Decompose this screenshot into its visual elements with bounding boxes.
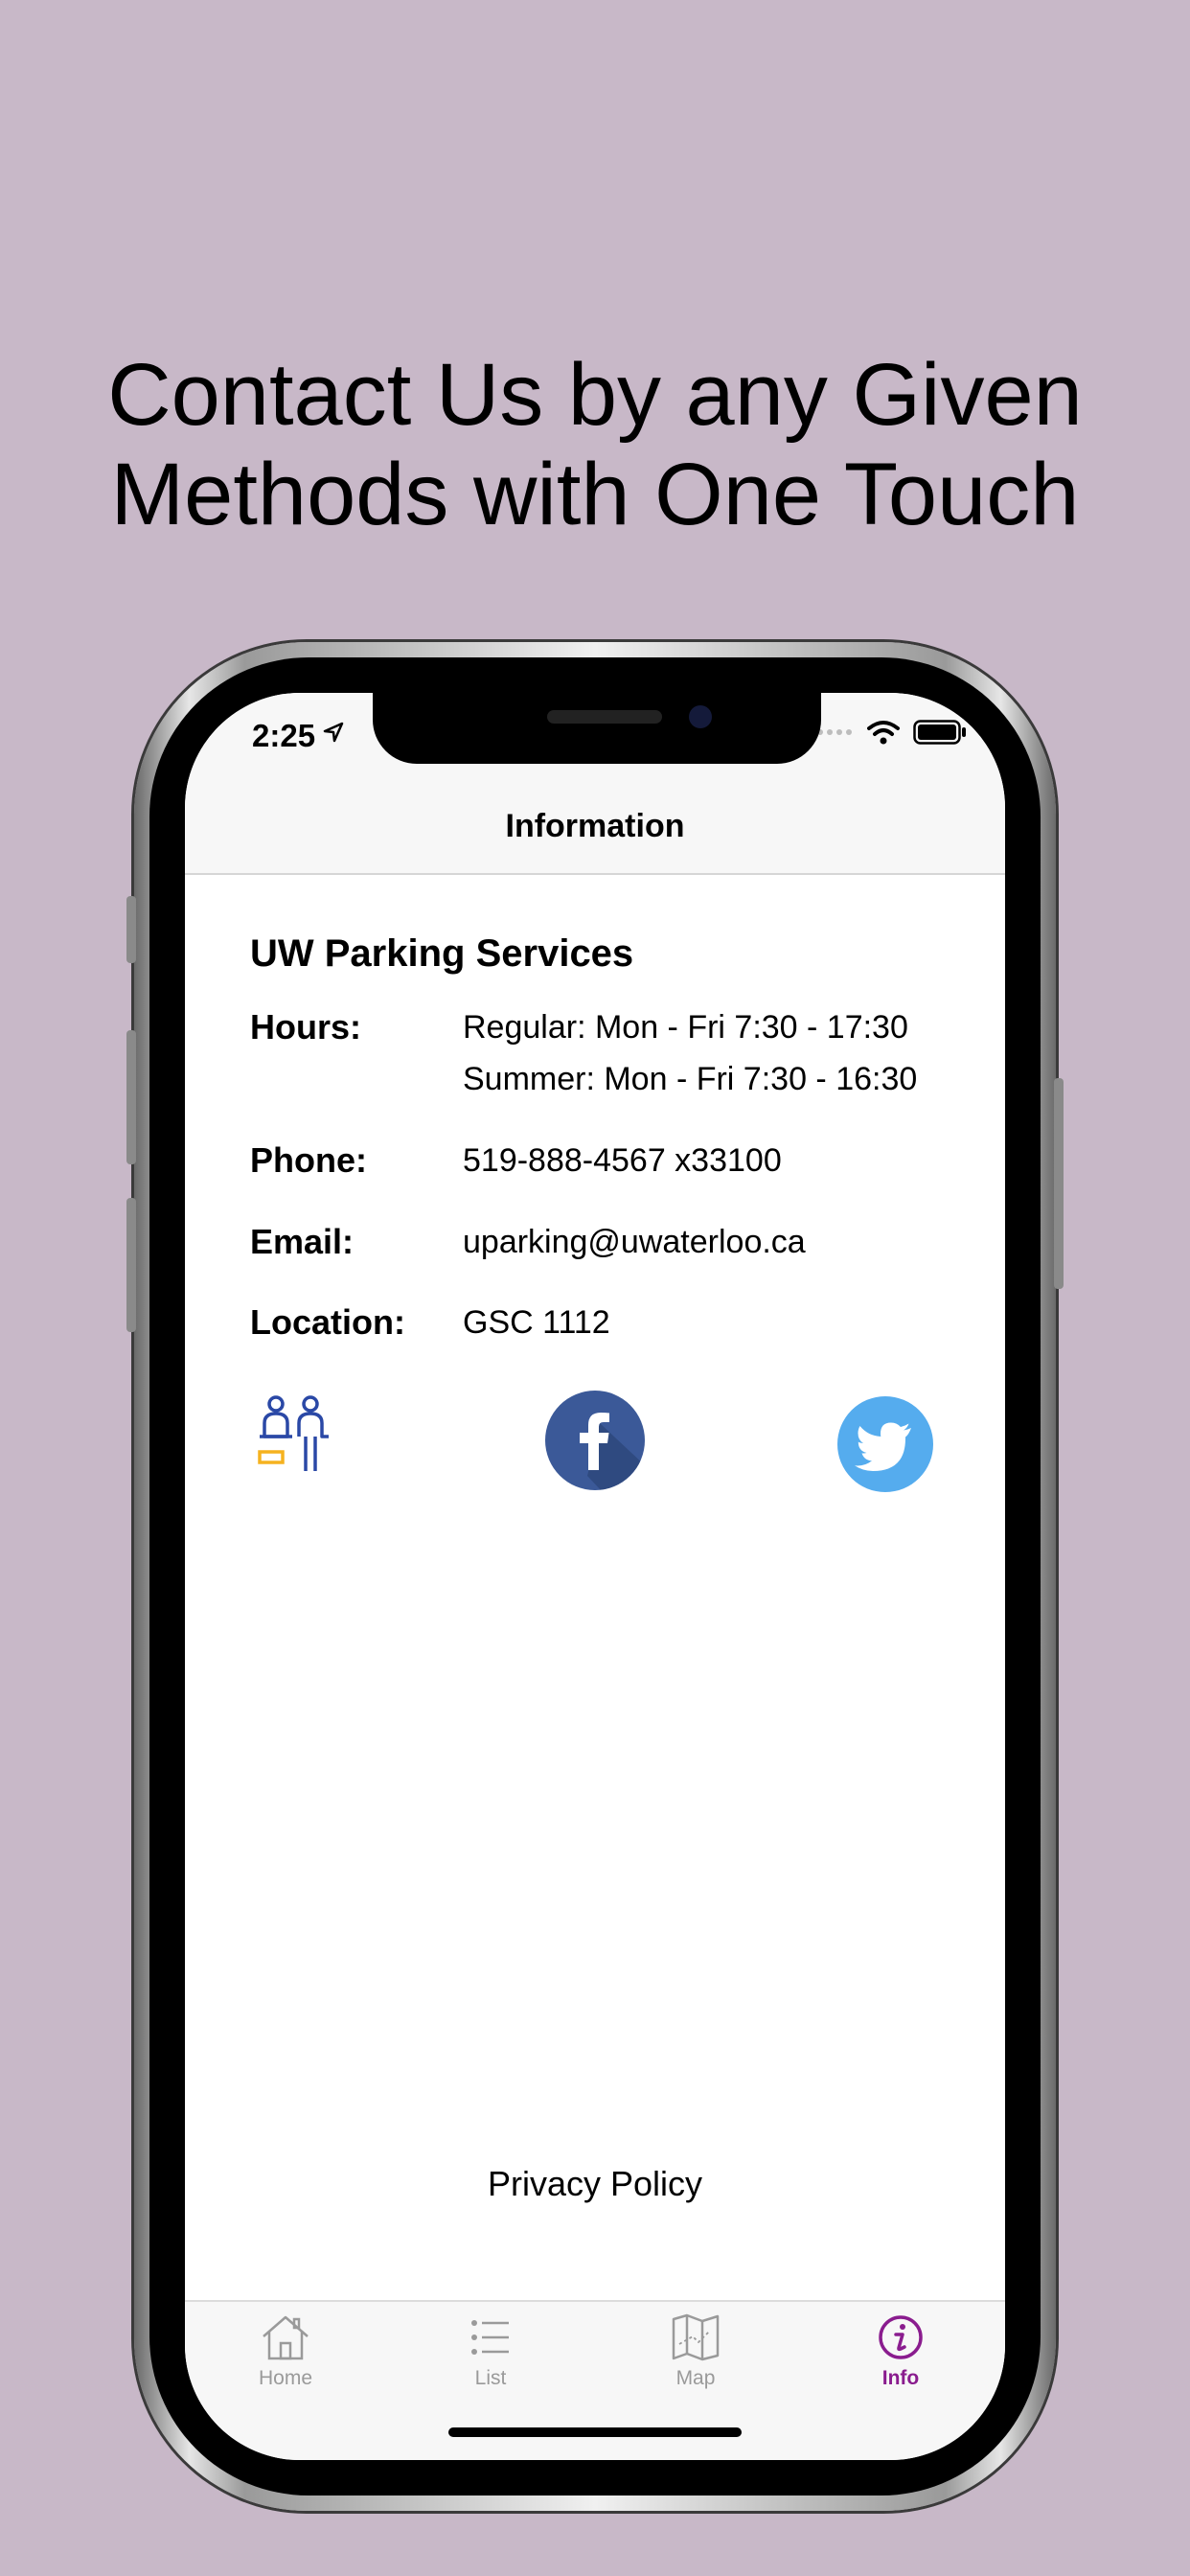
navigation-bar: Information: [185, 779, 1005, 875]
status-time: 2:25: [252, 718, 316, 753]
organization-name: UW Parking Services: [250, 932, 634, 975]
app-screen: 2:25 Information UW Parking Services Hou…: [185, 693, 1005, 2460]
tab-map-label: Map: [675, 2367, 716, 2389]
tab-map[interactable]: Map: [629, 2313, 763, 2409]
page-title: Information: [505, 807, 685, 844]
phone-value[interactable]: 519-888-4567 x33100: [463, 1135, 782, 1186]
facebook-button[interactable]: [544, 1390, 646, 1496]
headline-line-1: Contact Us by any Given: [107, 346, 1083, 444]
list-icon: [471, 2320, 509, 2355]
front-desk-button[interactable]: [252, 1392, 338, 1484]
mute-switch: [126, 896, 136, 963]
hours-label: Hours:: [250, 1007, 361, 1046]
wifi-icon: [867, 721, 900, 745]
location-label: Location:: [250, 1302, 405, 1342]
battery-icon: [913, 720, 966, 745]
twitter-icon: [837, 1396, 933, 1492]
tab-list-label: List: [474, 2367, 507, 2389]
phone-label: Phone:: [250, 1140, 367, 1180]
tab-info-label: Info: [881, 2367, 920, 2389]
tab-info[interactable]: Info: [834, 2313, 968, 2409]
location-value[interactable]: GSC 1112: [463, 1297, 610, 1348]
privacy-policy-link[interactable]: Privacy Policy: [185, 2164, 1005, 2204]
tab-home-label: Home: [258, 2367, 313, 2389]
status-icons: [815, 720, 967, 745]
headline-line-2: Methods with One Touch: [110, 446, 1080, 543]
hours-regular: Regular: Mon - Fri 7:30 - 17:30: [463, 1009, 908, 1046]
promo-headline: Contact Us by any Given Methods with One…: [0, 345, 1190, 544]
facebook-icon: [545, 1391, 645, 1490]
front-camera: [689, 705, 712, 728]
home-icon: [263, 2315, 309, 2360]
email-label: Email:: [250, 1222, 355, 1261]
volume-up-button: [126, 1030, 136, 1164]
twitter-button[interactable]: [836, 1395, 934, 1498]
tab-home[interactable]: Home: [218, 2313, 353, 2409]
notch: [373, 693, 821, 764]
phone-frame: 2:25 Information UW Parking Services Hou…: [126, 642, 1064, 2511]
map-icon: [672, 2313, 720, 2361]
home-indicator[interactable]: [448, 2427, 742, 2437]
tab-list[interactable]: List: [423, 2313, 558, 2409]
signal-dots-icon: [817, 729, 852, 735]
email-value[interactable]: uparking@uwaterloo.ca: [463, 1216, 806, 1268]
speaker-grille: [547, 710, 662, 724]
location-arrow-icon: [323, 722, 344, 743]
front-desk-icon: [258, 1395, 329, 1471]
power-button: [1054, 1078, 1064, 1289]
volume-down-button: [126, 1198, 136, 1332]
info-icon: [879, 2315, 923, 2359]
hours-summer: Summer: Mon - Fri 7:30 - 16:30: [463, 1061, 918, 1097]
